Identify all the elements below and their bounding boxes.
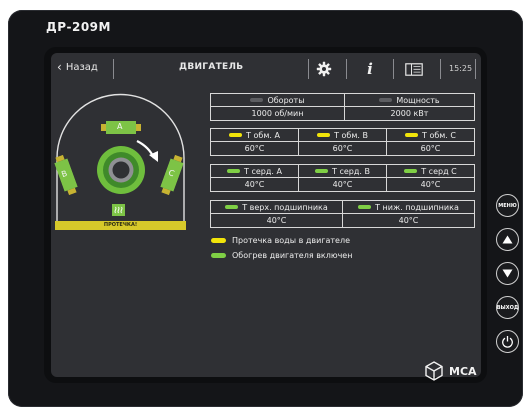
core-c-indicator xyxy=(404,169,418,173)
lower-bearing-label: Т ниж. подшипника xyxy=(375,202,459,212)
panel-icon[interactable] xyxy=(403,58,425,80)
core-a-value: 40°C xyxy=(244,180,265,189)
power-icon xyxy=(502,336,513,348)
winding-a-header: Т обм. А xyxy=(211,129,298,141)
toolbar-separator xyxy=(393,59,394,79)
power-value: 2000 кВт xyxy=(390,109,429,118)
speed-header: Обороты xyxy=(211,94,344,106)
exit-button[interactable]: ВЫХОД xyxy=(496,296,519,319)
brand-name: МСА xyxy=(449,364,477,378)
winding-a-value: 60°C xyxy=(244,144,265,153)
lower-bearing-header: Т ниж. подшипника xyxy=(343,201,474,213)
winding-b-header: Т обм. В xyxy=(299,129,386,141)
coil-a-label: A xyxy=(117,122,123,131)
top-bar: ‹ Назад ДВИГАТЕЛЬ i 15:25 xyxy=(51,53,481,85)
back-button[interactable]: ‹ Назад xyxy=(57,61,98,73)
cube-logo-icon xyxy=(425,361,443,381)
down-button[interactable] xyxy=(496,262,519,285)
winding-b-value: 60°C xyxy=(332,144,353,153)
info-icon[interactable]: i xyxy=(359,58,381,80)
leak-legend-indicator xyxy=(211,238,226,243)
core-b-label: Т серд. В xyxy=(332,166,370,176)
winding-b-indicator xyxy=(317,133,331,137)
toolbar-separator xyxy=(346,59,347,79)
clock-time: 15:25 xyxy=(449,64,473,73)
leak-alarm-bar: ПРОТЕЧКА! xyxy=(55,221,186,230)
speed-status-indicator xyxy=(250,98,264,102)
core-b-header: Т серд. В xyxy=(299,165,386,177)
core-b-indicator xyxy=(315,169,329,173)
bearing-temp-table: Т верх. подшипника Т ниж. подшипника 40°… xyxy=(210,200,475,228)
motor-schematic: A B C xyxy=(54,92,186,230)
brand-logo: МСА xyxy=(423,360,477,382)
winding-c-header: Т обм. С xyxy=(387,129,474,141)
gear-icon[interactable] xyxy=(313,58,335,80)
toolbar-separator xyxy=(440,59,441,79)
leak-legend-text: Протечка воды в двигателе xyxy=(232,236,350,245)
menu-button[interactable]: МЕНЮ xyxy=(496,194,519,217)
arrow-up-icon xyxy=(502,235,513,244)
chevron-left-icon: ‹ xyxy=(57,60,62,74)
upper-bearing-label: Т верх. подшипника xyxy=(242,202,328,212)
winding-c-indicator xyxy=(405,133,419,137)
device-model-label: ДР-209М xyxy=(46,20,111,34)
power-label: Мощность xyxy=(396,95,440,105)
winding-c-label: Т обм. С xyxy=(422,130,456,140)
speed-value: 1000 об/мин xyxy=(251,109,304,118)
core-a-indicator xyxy=(227,169,241,173)
heater-icon xyxy=(112,204,125,216)
core-temp-table: Т серд. А Т серд. В Т серд С 40°C 40°C 4… xyxy=(210,164,475,192)
core-c-value: 40°C xyxy=(420,180,441,189)
power-button[interactable] xyxy=(496,330,519,353)
speed-label: Обороты xyxy=(267,95,305,105)
core-a-label: Т серд. А xyxy=(244,166,282,176)
legend-heating: Обогрев двигателя включен xyxy=(211,251,352,260)
winding-c-value: 60°C xyxy=(420,144,441,153)
winding-a-indicator xyxy=(229,133,243,137)
core-a-header: Т серд. А xyxy=(211,165,298,177)
toolbar-separator xyxy=(308,59,309,79)
winding-b-label: Т обм. В xyxy=(334,130,368,140)
core-c-label: Т серд С xyxy=(421,166,457,176)
screen: ‹ Назад ДВИГАТЕЛЬ i 15:25 A B C ПРОТЕЧКА… xyxy=(51,53,481,377)
upper-bearing-indicator xyxy=(225,205,239,209)
up-button[interactable] xyxy=(496,228,519,251)
toolbar-separator xyxy=(475,59,476,79)
heating-legend-indicator xyxy=(211,253,226,258)
arrow-down-icon xyxy=(502,269,513,278)
toolbar-separator xyxy=(113,59,114,79)
legend-leak: Протечка воды в двигателе xyxy=(211,236,350,245)
lower-bearing-indicator xyxy=(358,205,372,209)
core-b-value: 40°C xyxy=(332,180,353,189)
power-header: Мощность xyxy=(345,94,474,106)
core-c-header: Т серд С xyxy=(387,165,474,177)
speed-power-table: Обороты Мощность 1000 об/мин 2000 кВт xyxy=(210,93,475,121)
upper-bearing-value: 40°C xyxy=(266,216,287,225)
winding-a-label: Т обм. А xyxy=(246,130,280,140)
coil-a: A xyxy=(101,121,141,134)
power-status-indicator xyxy=(379,98,393,102)
winding-temp-table: Т обм. А Т обм. В Т обм. С 60°C 60°C 60°… xyxy=(210,128,475,156)
upper-bearing-header: Т верх. подшипника xyxy=(211,201,342,213)
back-label: Назад xyxy=(65,61,98,73)
heating-legend-text: Обогрев двигателя включен xyxy=(232,251,353,260)
page-title: ДВИГАТЕЛЬ xyxy=(179,62,244,72)
lower-bearing-value: 40°C xyxy=(398,216,419,225)
